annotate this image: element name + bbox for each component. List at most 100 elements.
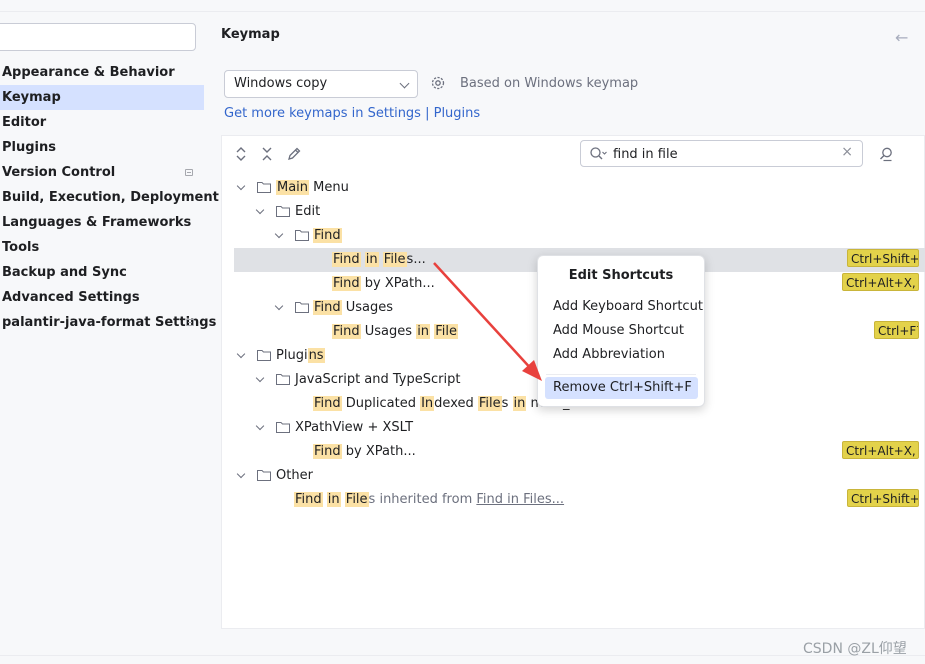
tree-node-label: s inherited from xyxy=(368,492,477,507)
menu-item-add-abbreviation[interactable]: Add Abbreviation xyxy=(545,344,698,366)
tree-node-label: Plugi xyxy=(276,348,308,363)
sidebar-item-appearance[interactable]: Appearance & Behavior xyxy=(0,60,204,85)
sidebar-item-label: Version Control xyxy=(2,165,116,180)
sidebar-item-version-control[interactable]: Version Control xyxy=(0,160,204,185)
match-highlight: in xyxy=(512,396,527,411)
tree-node-main-menu[interactable]: Main Menu xyxy=(236,178,438,198)
menu-item-add-keyboard-shortcut[interactable]: Add Keyboard Shortcut xyxy=(545,296,703,318)
keymap-select-value: Windows copy xyxy=(234,76,328,91)
sidebar-item-label: Keymap xyxy=(2,90,61,105)
chevron-down-icon[interactable] xyxy=(274,301,284,311)
match-highlight: ns xyxy=(307,348,325,363)
find-by-shortcut-icon[interactable] xyxy=(878,146,894,162)
sidebar-item-build[interactable]: Build, Execution, Deployment xyxy=(0,185,219,210)
search-icon xyxy=(590,147,607,160)
chevron-down-icon[interactable] xyxy=(236,181,246,191)
action-find-by-xpath-plugin[interactable]: Find by XPath... xyxy=(313,442,513,462)
edit-icon[interactable] xyxy=(286,146,302,162)
tree-node-find[interactable]: Find xyxy=(274,226,476,246)
shortcut-badge[interactable]: Ctrl+Shift+F xyxy=(847,489,919,507)
sidebar-item-languages[interactable]: Languages & Frameworks xyxy=(0,210,204,235)
match-highlight: Main xyxy=(276,180,310,195)
page-title: Keymap xyxy=(221,27,280,42)
folder-icon xyxy=(276,422,290,433)
match-highlight: File xyxy=(382,252,407,267)
chevron-down-icon xyxy=(399,78,410,89)
sidebar-item-editor[interactable]: Editor xyxy=(0,110,204,135)
match-highlight: Find xyxy=(313,396,342,411)
match-highlight: File xyxy=(477,396,502,411)
folder-icon xyxy=(257,182,271,193)
tree-node-xpathview[interactable]: XPathView + XSLT xyxy=(255,418,457,438)
match-highlight: File xyxy=(434,324,458,339)
sidebar-item-label: Appearance & Behavior xyxy=(2,65,175,80)
chevron-down-icon[interactable] xyxy=(255,421,265,431)
sidebar-item-backup-sync[interactable]: Backup and Sync xyxy=(0,260,204,285)
settings-search-input[interactable] xyxy=(0,23,196,51)
clear-icon[interactable]: × xyxy=(841,144,853,160)
shortcut-badge[interactable]: Ctrl+Shift+F xyxy=(847,249,919,267)
folder-icon xyxy=(295,230,309,241)
sidebar-item-advanced[interactable]: Advanced Settings xyxy=(0,285,204,310)
tree-node-label: Edit xyxy=(295,204,321,219)
gear-icon[interactable] xyxy=(430,75,446,91)
match-highlight: Find xyxy=(332,324,361,339)
chevron-down-icon[interactable] xyxy=(255,373,265,383)
match-highlight: In xyxy=(420,396,435,411)
sidebar-item-label: Plugins xyxy=(2,140,56,155)
tree-node-other[interactable]: Other xyxy=(236,466,438,486)
chevron-down-icon[interactable] xyxy=(236,469,246,479)
action-find-in-files-inherited[interactable]: Find in Files inherited from Find in Fil… xyxy=(294,490,594,510)
chevron-down-icon[interactable] xyxy=(255,205,265,215)
match-highlight: Find xyxy=(313,300,342,315)
sidebar-item-palantir[interactable]: palantir-java-format Settings xyxy=(0,310,216,335)
chevron-down-icon[interactable] xyxy=(236,349,246,359)
project-level-icon xyxy=(186,319,194,326)
folder-icon xyxy=(257,350,271,361)
match-highlight: File xyxy=(344,492,369,507)
action-find-by-xpath[interactable]: Find by XPath... xyxy=(332,274,532,294)
shortcut-badge[interactable]: Ctrl+Alt+X, F xyxy=(842,273,919,291)
more-keymaps-link[interactable]: Get more keymaps in Settings | Plugins xyxy=(224,106,480,121)
tree-node-js-ts[interactable]: JavaScript and TypeScript xyxy=(255,370,487,390)
chevron-down-icon[interactable] xyxy=(274,229,284,239)
match-highlight: in xyxy=(364,252,379,267)
shortcut-badge[interactable]: Ctrl+F7 xyxy=(874,321,919,339)
keymap-select[interactable]: Windows copy xyxy=(224,70,418,98)
sidebar-item-label: palantir-java-format Settings xyxy=(2,315,217,330)
tree-node-label: s... xyxy=(406,252,426,267)
match-highlight: Find xyxy=(332,276,361,291)
menu-separator xyxy=(546,374,696,375)
tree-node-label: dexed xyxy=(434,396,478,411)
tree-node-label: Usages xyxy=(341,300,394,315)
search-input[interactable] xyxy=(613,145,833,163)
match-highlight: in xyxy=(326,492,341,507)
tree-node-plugins[interactable]: Plugins xyxy=(236,346,438,366)
tree-node-edit[interactable]: Edit xyxy=(255,202,457,222)
sidebar-item-plugins[interactable]: Plugins xyxy=(0,135,204,160)
action-find-usages-in-file[interactable]: Find Usages in File xyxy=(332,322,532,342)
tree-node-label: XPathView + XSLT xyxy=(295,420,414,435)
menu-item-add-mouse-shortcut[interactable]: Add Mouse Shortcut xyxy=(545,320,698,342)
sidebar-item-label: Editor xyxy=(2,115,47,130)
inherited-from-link[interactable]: Find in Files... xyxy=(476,492,564,507)
shortcut-filter-field[interactable]: × xyxy=(580,140,863,167)
edit-shortcuts-popup: Edit Shortcuts Add Keyboard Shortcut Add… xyxy=(537,255,705,407)
tree-node-label: s xyxy=(501,396,513,411)
expand-all-icon[interactable] xyxy=(233,146,249,162)
action-find-in-files[interactable]: Find in Files... xyxy=(332,250,532,270)
sidebar-item-label: Backup and Sync xyxy=(2,265,127,280)
sidebar-item-keymap[interactable]: Keymap xyxy=(0,85,204,110)
collapse-all-icon[interactable] xyxy=(259,146,275,162)
watermark: CSDN @ZL仰望 xyxy=(803,641,907,657)
match-highlight: Find xyxy=(294,492,323,507)
menu-item-remove-shortcut[interactable]: Remove Ctrl+Shift+F xyxy=(545,377,698,399)
tree-node-find-usages[interactable]: Find Usages xyxy=(274,298,476,318)
bottom-divider xyxy=(0,655,925,656)
sidebar-item-tools[interactable]: Tools xyxy=(0,235,204,260)
back-arrow-icon[interactable]: ← xyxy=(895,28,908,47)
match-highlight: in xyxy=(416,324,431,339)
shortcut-badge[interactable]: Ctrl+Alt+X, F xyxy=(842,441,919,459)
project-level-icon xyxy=(185,169,193,176)
match-highlight: Find xyxy=(332,252,361,267)
